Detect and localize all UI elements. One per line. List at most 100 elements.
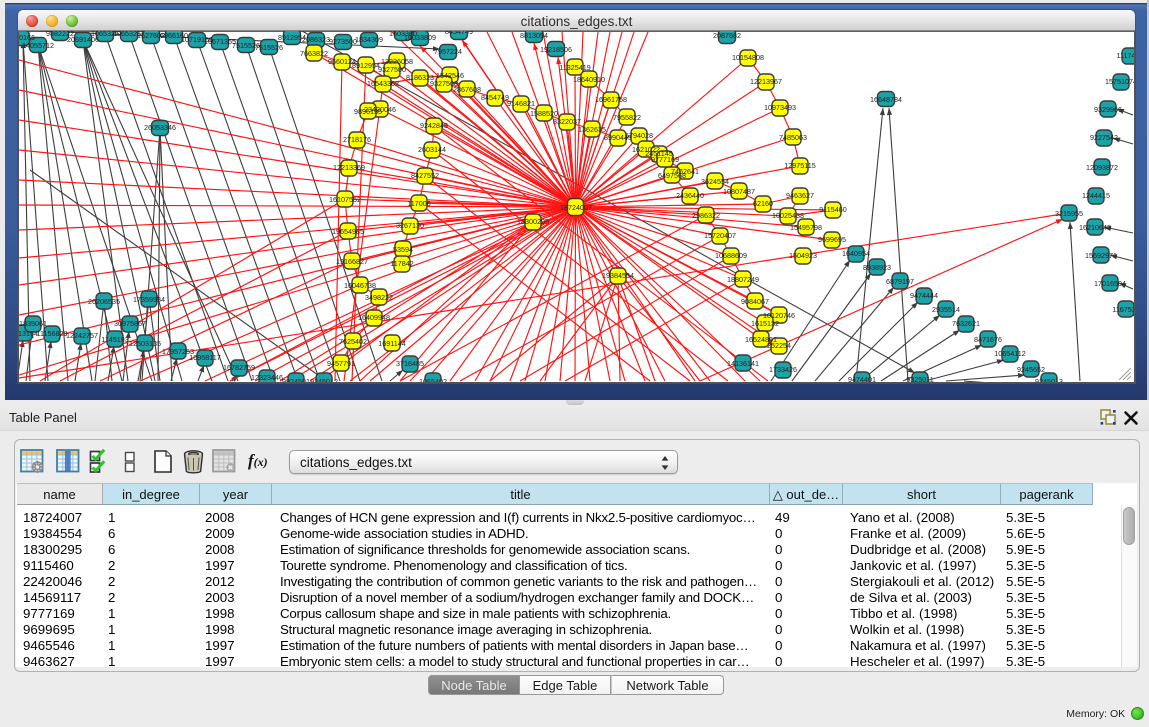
svg-text:8454749: 8454749 [481, 93, 509, 102]
svg-text:9329966: 9329966 [1094, 105, 1122, 114]
svg-text:9699695: 9699695 [818, 235, 846, 244]
svg-text:12242757: 12242757 [66, 331, 98, 340]
svg-text:10154808: 10154808 [732, 53, 764, 62]
svg-text:9115460: 9115460 [819, 205, 846, 214]
svg-text:15751074: 15751074 [1105, 77, 1134, 86]
svg-text:1733426: 1733426 [769, 365, 797, 374]
svg-text:3624554: 3624554 [701, 177, 729, 186]
svg-text:2867608: 2867608 [453, 85, 481, 94]
svg-text:8912954: 8912954 [352, 61, 380, 70]
svg-text:2436440: 2436440 [676, 191, 704, 200]
svg-text:10807487: 10807487 [723, 187, 755, 196]
svg-text:19654985: 19654985 [332, 227, 364, 236]
svg-text:12213369: 12213369 [333, 163, 365, 172]
svg-text:1145193: 1145193 [101, 335, 128, 344]
svg-text:12093872: 12093872 [1086, 163, 1118, 172]
svg-text:16782759: 16782759 [223, 363, 255, 372]
svg-text:9474444: 9474444 [910, 291, 938, 300]
svg-text:9924501: 9924501 [282, 377, 310, 382]
svg-text:2986322: 2986322 [692, 211, 720, 220]
svg-text:7663822: 7663822 [300, 49, 328, 58]
svg-text:10688609: 10688609 [715, 251, 747, 260]
svg-text:7485063: 7485063 [779, 133, 807, 142]
svg-text:3498222: 3498222 [365, 293, 393, 302]
svg-text:12503135: 12503135 [129, 339, 161, 348]
svg-text:3716485: 3716485 [396, 359, 424, 368]
svg-text:11156829: 11156829 [37, 329, 68, 338]
svg-text:9896135: 9896135 [354, 107, 382, 116]
svg-text:1244415: 1244415 [1082, 191, 1110, 200]
svg-text:3215955: 3215955 [1055, 209, 1083, 218]
svg-text:117006: 117006 [407, 199, 430, 208]
svg-text:9242848: 9242848 [420, 121, 448, 130]
svg-text:252254: 252254 [767, 341, 791, 350]
svg-text:53594: 53594 [393, 245, 413, 254]
svg-text:8454749: 8454749 [445, 31, 473, 36]
svg-text:9245013: 9245013 [1035, 377, 1063, 382]
svg-text:16409948: 16409948 [358, 313, 390, 322]
svg-text:9084067: 9084067 [741, 297, 769, 306]
svg-text:1691144: 1691144 [378, 339, 405, 348]
svg-text:9457791: 9457791 [327, 359, 355, 368]
svg-text:9146821: 9146821 [507, 99, 535, 108]
svg-text:16033809: 16033809 [404, 33, 436, 42]
svg-text:9463627: 9463627 [786, 191, 814, 200]
svg-text:10654112: 10654112 [994, 349, 1025, 358]
svg-text:17359934: 17359934 [133, 295, 165, 304]
svg-text:9474401: 9474401 [848, 375, 876, 382]
svg-text:6497568: 6497568 [658, 171, 686, 180]
svg-text:15720407: 15720407 [704, 231, 736, 240]
svg-text:1167534: 1167534 [1112, 305, 1134, 314]
svg-text:1615132: 1615132 [751, 319, 779, 328]
svg-text:8471676: 8471676 [974, 335, 1002, 344]
svg-text:18807249: 18807249 [727, 275, 759, 284]
svg-text:2603144: 2603144 [418, 145, 446, 154]
svg-text:18640910: 18640910 [573, 75, 605, 84]
svg-text:9273500: 9273500 [329, 37, 357, 46]
svg-text:16046738: 16046738 [344, 281, 376, 290]
svg-text:12323446: 12323446 [251, 373, 283, 382]
svg-text:9245652: 9245652 [1017, 365, 1045, 374]
svg-text:16543362: 16543362 [367, 79, 399, 88]
svg-text:2935514: 2935514 [932, 305, 960, 314]
svg-text:8427552: 8427552 [411, 171, 439, 180]
svg-text:2086323: 2086323 [302, 35, 330, 44]
svg-text:18724007: 18724007 [560, 203, 592, 212]
svg-text:19166827: 19166827 [336, 257, 368, 266]
svg-text:14055712: 14055712 [22, 41, 54, 50]
svg-text:10025438: 10025438 [772, 211, 804, 220]
svg-text:1065402: 1065402 [419, 377, 447, 382]
svg-text:7632621: 7632621 [952, 319, 980, 328]
svg-text:1640954: 1640954 [842, 249, 870, 258]
svg-text:9227542: 9227542 [1090, 133, 1118, 142]
svg-text:1504923: 1504923 [789, 251, 817, 260]
svg-text:7955822: 7955822 [613, 113, 641, 122]
svg-text:7515526: 7515526 [255, 43, 283, 52]
svg-text:16210643: 16210643 [1079, 223, 1111, 232]
svg-text:9245012: 9245012 [310, 377, 338, 382]
svg-text:15495798: 15495798 [790, 223, 822, 232]
svg-text:9777169: 9777169 [651, 155, 679, 164]
svg-text:6794028: 6794028 [625, 131, 653, 140]
svg-text:8322037: 8322037 [553, 117, 581, 126]
svg-text:10958117: 10958117 [189, 353, 220, 362]
svg-text:18300295: 18300295 [517, 217, 549, 226]
svg-text:30975867: 30975867 [114, 319, 146, 328]
svg-text:8813054: 8813054 [520, 31, 548, 40]
svg-text:16961758: 16961758 [595, 95, 627, 104]
svg-text:62160: 62160 [753, 199, 773, 208]
svg-text:12213967: 12213967 [750, 77, 782, 86]
svg-text:12975115: 12975115 [784, 161, 815, 170]
svg-text:9325011: 9325011 [906, 375, 933, 382]
svg-text:17016504: 17016504 [1094, 279, 1126, 288]
svg-text:117842: 117842 [390, 259, 413, 268]
svg-text:26053346: 26053346 [144, 123, 176, 132]
svg-text:3267130: 3267130 [396, 221, 424, 230]
svg-text:2087682: 2087682 [713, 31, 741, 40]
svg-text:26206535: 26206535 [88, 297, 120, 306]
svg-text:19384554: 19384554 [602, 271, 634, 280]
svg-text:7957224: 7957224 [434, 47, 462, 56]
svg-text:15692971: 15692971 [1085, 251, 1117, 260]
svg-text:9327500: 9327500 [378, 65, 406, 74]
svg-text:1117442: 1117442 [1117, 51, 1134, 60]
